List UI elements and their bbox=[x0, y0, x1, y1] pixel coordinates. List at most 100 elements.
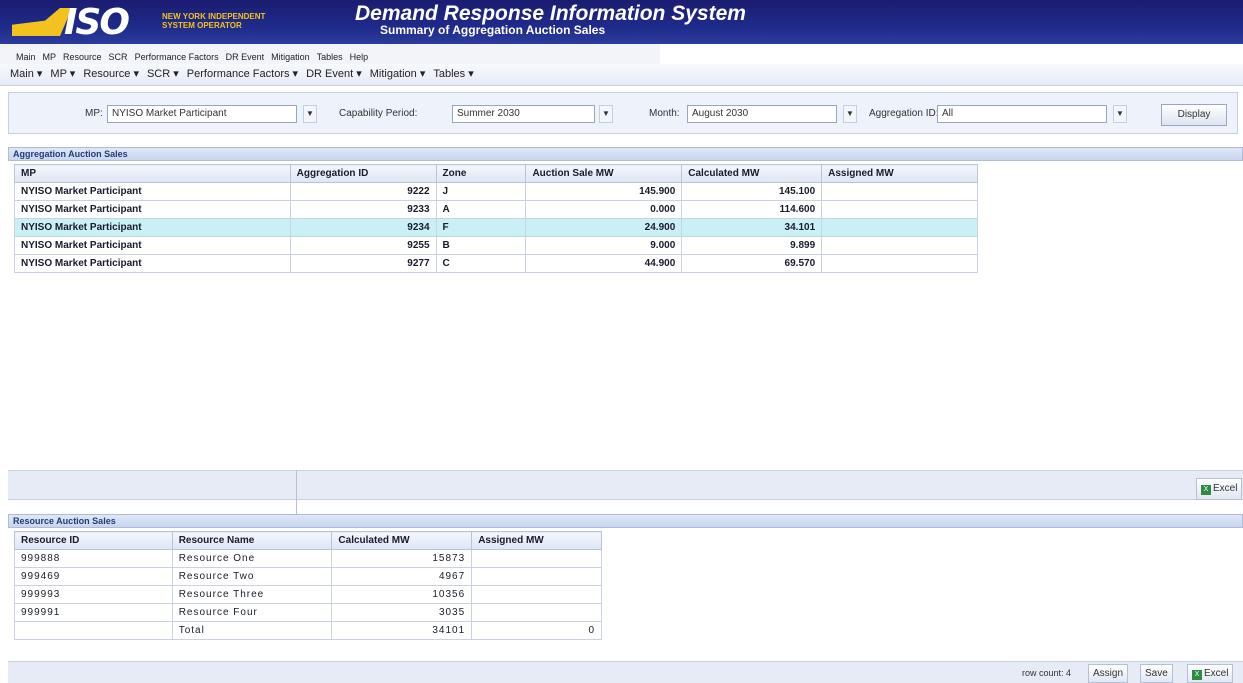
cell-calc: 9.899 bbox=[681, 236, 823, 255]
table-row[interactable]: NYISO Market Participant 9234 F 24.900 34.10… bbox=[14, 218, 978, 237]
secondary-menu-item[interactable]: Performance Factors bbox=[135, 52, 219, 62]
logo-swoosh-icon bbox=[12, 8, 72, 36]
cell-calc: 15873 bbox=[331, 549, 473, 568]
secondary-menu-item[interactable]: MP bbox=[43, 52, 57, 62]
menu-item[interactable]: Resource ▾ bbox=[83, 67, 139, 80]
cell-id: 999993 bbox=[14, 585, 173, 604]
cell-agg-id: 9234 bbox=[289, 218, 437, 237]
table-row[interactable]: NYISO Market Participant 9277 C 44.900 69.57… bbox=[14, 254, 978, 273]
col-resource-id[interactable]: Resource ID bbox=[14, 531, 173, 550]
cell-calc: 69.570 bbox=[681, 254, 823, 273]
capability-period-select[interactable]: Summer 2030 bbox=[452, 105, 595, 123]
resource-table: Resource ID Resource Name Calculated MW … bbox=[14, 531, 602, 640]
cell-empty bbox=[14, 621, 173, 640]
panel-splitter[interactable] bbox=[8, 470, 1243, 500]
table-row[interactable]: 999993 Resource Three 10356 bbox=[14, 585, 602, 604]
cell-name: Resource Four bbox=[171, 603, 333, 622]
month-dropdown-icon[interactable]: ▼ bbox=[843, 105, 857, 123]
excel-icon: X bbox=[1192, 670, 1202, 680]
menu-item[interactable]: Main ▾ bbox=[10, 67, 42, 80]
total-calculated: 34101 bbox=[331, 621, 473, 640]
col-calculated-mw[interactable]: Calculated MW bbox=[331, 531, 473, 550]
cell-assigned bbox=[471, 549, 602, 568]
display-button[interactable]: Display bbox=[1161, 104, 1227, 126]
aggregation-panel-title: Aggregation Auction Sales bbox=[8, 147, 1243, 161]
cell-calc: 3035 bbox=[331, 603, 473, 622]
mp-select[interactable]: NYISO Market Participant bbox=[107, 105, 297, 123]
col-aggregation-id[interactable]: Aggregation ID bbox=[289, 164, 437, 183]
aggregation-id-label: Aggregation ID: bbox=[869, 108, 939, 119]
month-label: Month: bbox=[649, 108, 680, 119]
col-mp[interactable]: MP bbox=[14, 164, 291, 183]
menu-item[interactable]: DR Event ▾ bbox=[306, 67, 362, 80]
page-title: Summary of Aggregation Auction Sales bbox=[380, 23, 606, 37]
cell-assigned bbox=[821, 254, 978, 273]
col-zone[interactable]: Zone bbox=[435, 164, 527, 183]
aggregation-table: MP Aggregation ID Zone Auction Sale MW C… bbox=[14, 164, 978, 273]
resource-panel-title: Resource Auction Sales bbox=[8, 514, 1243, 528]
cell-agg-id: 9255 bbox=[289, 236, 437, 255]
total-label: Total bbox=[171, 621, 333, 640]
table-row[interactable]: 999888 Resource One 15873 bbox=[14, 549, 602, 568]
menu-item[interactable]: SCR ▾ bbox=[147, 67, 179, 80]
logo-text: ISO bbox=[64, 2, 130, 43]
cell-zone: F bbox=[435, 218, 527, 237]
row-count: row count: 4 bbox=[1022, 668, 1072, 678]
total-assigned: 0 bbox=[471, 621, 602, 640]
col-resource-name[interactable]: Resource Name bbox=[171, 531, 333, 550]
table-row[interactable]: 999991 Resource Four 3035 bbox=[14, 603, 602, 622]
secondary-menu-item[interactable]: Main bbox=[16, 52, 36, 62]
menu-item[interactable]: Mitigation ▾ bbox=[370, 67, 426, 80]
cell-agg-id: 9233 bbox=[289, 200, 437, 219]
mp-dropdown-icon[interactable]: ▼ bbox=[303, 105, 317, 123]
table-row[interactable]: NYISO Market Participant 9222 J 145.900 145.… bbox=[14, 182, 978, 201]
cell-calc: 114.600 bbox=[681, 200, 823, 219]
aggregation-id-dropdown-icon[interactable]: ▼ bbox=[1113, 105, 1127, 123]
aggregation-id-select[interactable]: All bbox=[937, 105, 1107, 123]
secondary-menu-item[interactable]: Mitigation bbox=[271, 52, 310, 62]
resource-excel-button[interactable]: X Excel bbox=[1187, 664, 1234, 683]
cell-mp: NYISO Market Participant bbox=[14, 254, 291, 273]
excel-label: Excel bbox=[1204, 668, 1229, 679]
cell-assigned bbox=[471, 585, 602, 604]
capability-period-dropdown-icon[interactable]: ▼ bbox=[599, 105, 613, 123]
menu-item[interactable]: Performance Factors ▾ bbox=[187, 67, 298, 80]
month-select[interactable]: August 2030 bbox=[687, 105, 837, 123]
cell-id: 999888 bbox=[14, 549, 173, 568]
cell-id: 999469 bbox=[14, 567, 173, 586]
cell-name: Resource Two bbox=[171, 567, 333, 586]
secondary-menu-item[interactable]: SCR bbox=[109, 52, 128, 62]
excel-label: Excel bbox=[1213, 483, 1238, 494]
secondary-menu-item[interactable]: Tables bbox=[317, 52, 343, 62]
menu-item[interactable]: Tables ▾ bbox=[433, 67, 473, 80]
col-assigned-mw[interactable]: Assigned MW bbox=[821, 164, 978, 183]
cell-sale: 24.900 bbox=[525, 218, 683, 237]
aggregation-excel-button[interactable]: X Excel bbox=[1196, 478, 1243, 500]
table-row[interactable]: NYISO Market Participant 9255 B 9.000 9.899 bbox=[14, 236, 978, 255]
cell-assigned bbox=[821, 218, 978, 237]
col-auction-sale-mw[interactable]: Auction Sale MW bbox=[525, 164, 683, 183]
secondary-menu-item[interactable]: Resource bbox=[63, 52, 102, 62]
total-row: Total 34101 0 bbox=[14, 621, 602, 640]
secondary-menu-item[interactable]: DR Event bbox=[226, 52, 265, 62]
nyiso-logo: ISO NEW YORK INDEPENDENT SYSTEM OPERATOR bbox=[12, 2, 274, 43]
save-button[interactable]: Save bbox=[1140, 664, 1173, 683]
aggregation-table-header: MP Aggregation ID Zone Auction Sale MW C… bbox=[14, 164, 978, 183]
filter-bar: MP: NYISO Market Participant ▼ Capabilit… bbox=[8, 92, 1238, 134]
menu-item[interactable]: MP ▾ bbox=[50, 67, 75, 80]
main-menu-bar: Main ▾ MP ▾ Resource ▾ SCR ▾ Performance Fac… bbox=[0, 64, 1243, 86]
table-row[interactable]: NYISO Market Participant 9233 A 0.000 114.60… bbox=[14, 200, 978, 219]
secondary-menu-item[interactable]: Help bbox=[350, 52, 369, 62]
cell-mp: NYISO Market Participant bbox=[14, 182, 291, 201]
cell-mp: NYISO Market Participant bbox=[14, 236, 291, 255]
assign-button[interactable]: Assign bbox=[1088, 664, 1129, 683]
cell-sale: 44.900 bbox=[525, 254, 683, 273]
col-calculated-mw[interactable]: Calculated MW bbox=[681, 164, 823, 183]
cell-zone: J bbox=[435, 182, 527, 201]
col-assigned-mw[interactable]: Assigned MW bbox=[471, 531, 602, 550]
table-row[interactable]: 999469 Resource Two 4967 bbox=[14, 567, 602, 586]
cell-sale: 0.000 bbox=[525, 200, 683, 219]
cell-name: Resource Three bbox=[171, 585, 333, 604]
app-header: ISO NEW YORK INDEPENDENT SYSTEM OPERATOR… bbox=[0, 0, 1243, 44]
resource-table-header: Resource ID Resource Name Calculated MW … bbox=[14, 531, 602, 550]
